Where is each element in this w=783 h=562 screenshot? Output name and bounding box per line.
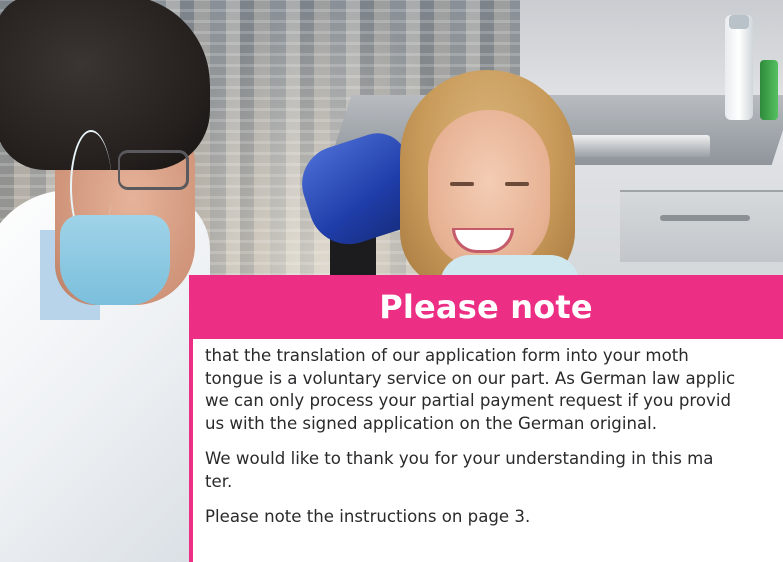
- notice-line: Please note the instructions on page 3.: [205, 507, 531, 526]
- dentist-face-mask: [60, 215, 170, 305]
- green-bottle: [760, 60, 778, 120]
- notice-line: tongue is a voluntary service on our par…: [205, 368, 736, 388]
- instrument-tray: [560, 135, 710, 157]
- patient-eye-left: [450, 182, 474, 186]
- notice-text: that the translation of our application …: [205, 345, 783, 529]
- notice-line: ter.: [205, 471, 233, 491]
- bottle: [725, 15, 753, 120]
- notice-line: We would like to thank you for your unde…: [205, 449, 714, 468]
- patient-eye-right: [505, 182, 529, 186]
- dentist-glasses: [118, 150, 189, 190]
- notice-body: that the translation of our application …: [193, 339, 783, 562]
- notice-paragraph-3: Please note the instructions on page 3.: [205, 506, 783, 529]
- notice-paragraph-2: We would like to thank you for your unde…: [205, 448, 783, 493]
- notice-line: we can only process your partial payment…: [205, 391, 731, 410]
- notice-line: that the translation of our application …: [205, 346, 689, 365]
- notice-line: us with the signed application on the Ge…: [205, 413, 658, 433]
- notice-title: Please note: [379, 288, 593, 326]
- notice-paragraph-1: that the translation of our application …: [205, 345, 783, 435]
- drawer: [620, 190, 783, 262]
